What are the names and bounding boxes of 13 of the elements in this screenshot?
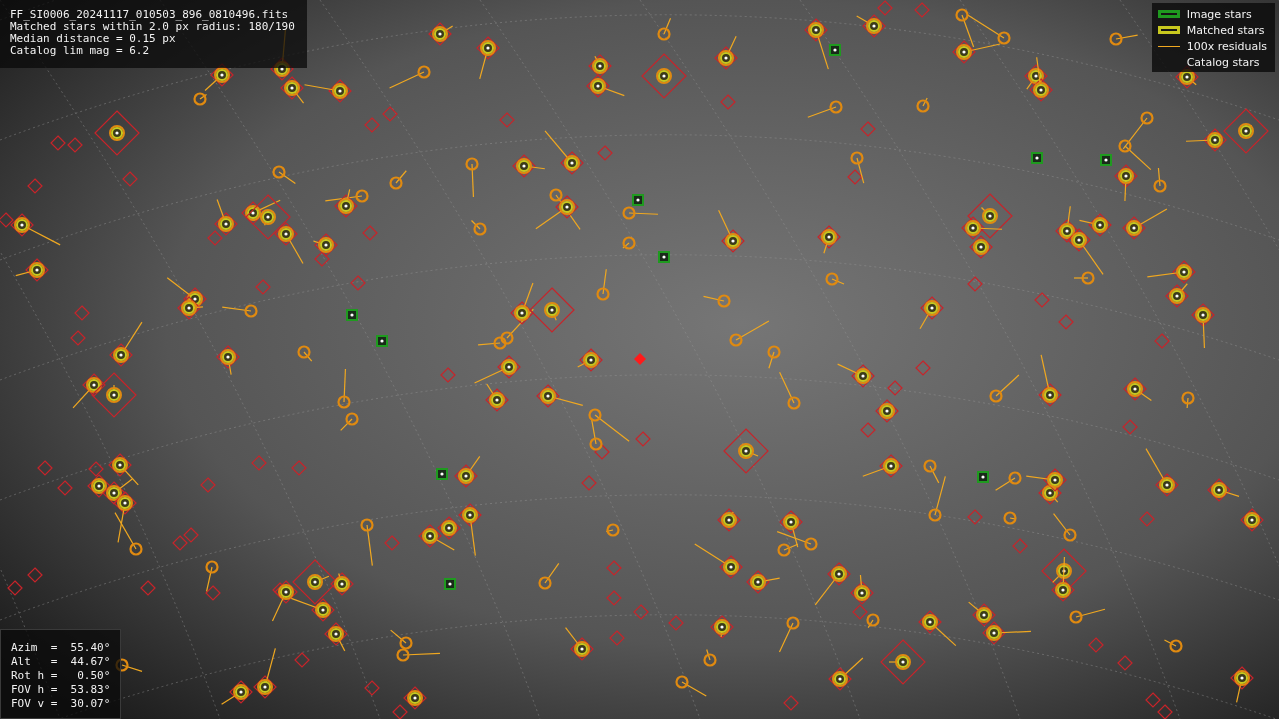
info-text: Matched stars within 2.0 px radius: 180/190 xyxy=(10,21,295,33)
info-text: FF_SI0006_20241117_010503_896_0810496.fits xyxy=(10,9,290,21)
legend-label: 100x residuals xyxy=(1186,39,1267,53)
pointing-text: Azim = 55.40° xyxy=(11,642,111,654)
legend-label: Catalog stars xyxy=(1186,55,1260,69)
pointing-text: FOV h = 53.83° xyxy=(11,684,111,696)
pointing-text: Rot h = 0.50° xyxy=(11,670,111,682)
legend-label: Matched stars xyxy=(1186,23,1265,37)
pointing-text: FOV v = 30.07° xyxy=(11,698,111,710)
pointing-text: Alt = 44.67° xyxy=(11,656,111,668)
legend-label: Image stars xyxy=(1186,7,1252,21)
info-text: Median distance = 0.15 px xyxy=(10,33,177,45)
info-text: Catalog lim mag = 6.2 xyxy=(10,45,151,57)
